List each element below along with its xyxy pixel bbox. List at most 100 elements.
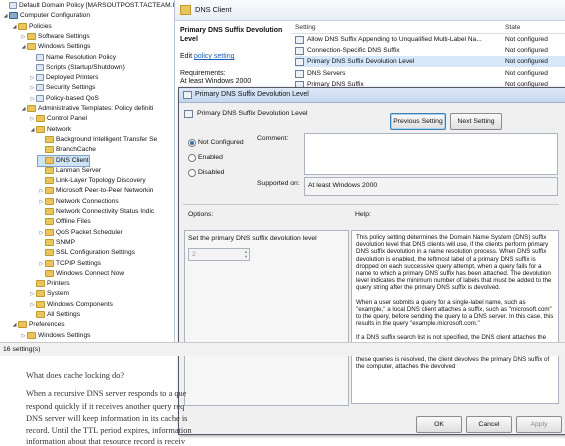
tree-item[interactable]: Default Domain Policy [MARSOUTPOST.TACTE… [2, 1, 174, 11]
radio-enabled-label: Enabled [198, 154, 223, 161]
tree-item[interactable]: Scripts (Startup/Shutdown) [29, 63, 125, 73]
tree-item[interactable]: Printers [29, 279, 70, 289]
tree-item[interactable]: ▷ Microsoft Peer-to-Peer Networkin [38, 186, 153, 196]
tree-item-label: System [47, 290, 69, 298]
tree-item[interactable]: ▷ Policy-based QoS [29, 94, 99, 104]
help-text-panel: This policy setting determines the Domai… [351, 230, 559, 404]
folder-icon [45, 238, 54, 246]
expand-toggle-icon[interactable]: ▷ [20, 331, 27, 341]
expand-toggle-icon[interactable]: ◢ [29, 125, 36, 135]
expand-toggle-icon[interactable]: ▷ [20, 32, 27, 42]
tree-item[interactable]: ▷ Deployed Printers [29, 73, 98, 83]
setting-name: Primary DNS Suffix Devolution Level [307, 58, 415, 66]
tree-item[interactable]: ◢ Policies [11, 22, 52, 32]
tree-item[interactable]: ▷ Security Settings [29, 83, 95, 93]
folder-icon [45, 249, 54, 257]
radio-not-configured[interactable] [188, 139, 196, 147]
apply-button[interactable]: Apply [516, 416, 562, 433]
policy-icon [9, 2, 17, 9]
tree-item[interactable]: Background Intelligent Transfer Se [38, 135, 157, 145]
expand-toggle-icon[interactable]: ◢ [11, 320, 18, 330]
devolution-level-spinner[interactable]: 2 ▲ ▼ [188, 248, 250, 261]
tree-item-label: Network Connections [56, 197, 119, 205]
ok-button[interactable]: OK [416, 416, 462, 433]
tree-item[interactable]: SNMP [38, 238, 75, 248]
tree-item[interactable]: All Settings [29, 310, 80, 320]
tree-item[interactable]: Lanman Server [38, 166, 101, 176]
expand-toggle-icon[interactable]: ▷ [29, 114, 36, 124]
tree-item[interactable]: ▷ Windows Settings [20, 331, 90, 341]
setting-row[interactable]: Connection-Specific DNS Suffix Not config… [295, 45, 565, 56]
setting-icon [295, 47, 304, 56]
help-paragraph: This policy setting determines the Domai… [356, 234, 552, 292]
tree-item[interactable]: ◢ Computer Configuration [2, 11, 90, 21]
setting-row[interactable]: Primary DNS Suffix Devolution Level Not c… [295, 56, 565, 68]
tree-item-label: Lanman Server [56, 166, 102, 174]
tree-item[interactable]: ▷ TCPIP Settings [38, 259, 101, 269]
tree-item-label: Scripts (Startup/Shutdown) [46, 63, 125, 71]
tree-item[interactable]: SSL Configuration Settings [38, 248, 135, 258]
tree-item-label: Default Domain Policy [MARSOUTPOST.TACTE… [19, 2, 175, 9]
expand-toggle-icon[interactable]: ▷ [38, 197, 45, 207]
expand-toggle-icon[interactable]: ▷ [29, 300, 36, 310]
tree-item[interactable]: BranchCache [38, 145, 96, 155]
edit-policy-line: Edit policy setting [180, 53, 234, 60]
tree-item[interactable]: Name Resolution Policy [29, 53, 116, 63]
folder-icon [45, 228, 54, 236]
tree-item[interactable]: Link-Layer Topology Discovery [38, 176, 146, 186]
expand-toggle-icon[interactable]: ▷ [38, 186, 45, 196]
expand-toggle-icon[interactable]: ▷ [29, 73, 36, 83]
spinner-arrows-icon[interactable]: ▲ ▼ [244, 249, 248, 259]
setting-row[interactable]: DNS Servers Not configured [295, 68, 565, 79]
next-setting-button[interactable]: Next Setting [450, 113, 502, 130]
tree-item[interactable]: Offline Files [38, 217, 91, 227]
previous-setting-button[interactable]: Previous Setting [390, 113, 446, 130]
tree-item[interactable]: ◢ Windows Settings [20, 42, 90, 52]
expand-toggle-icon[interactable]: ▷ [29, 94, 36, 104]
tree-item[interactable]: ◢ Administrative Templates: Policy defini… [20, 104, 153, 114]
cancel-button[interactable]: Cancel [466, 416, 512, 433]
article-line-1: What does cache locking do? [26, 371, 125, 380]
tree-item[interactable]: ◢ Network [29, 125, 71, 135]
article-line-5: record. Until the TTL period expires, in… [26, 426, 192, 435]
navigation-tree[interactable]: Default Domain Policy [MARSOUTPOST.TACTE… [0, 0, 175, 342]
expand-toggle-icon[interactable]: ◢ [20, 104, 27, 114]
devolution-level-value: 2 [192, 251, 196, 258]
expand-toggle-icon[interactable]: ▷ [29, 289, 36, 299]
option-text: Set the primary DNS suffix devolution le… [188, 235, 317, 242]
radio-disabled[interactable] [188, 169, 196, 177]
expand-toggle-icon[interactable]: ▷ [29, 83, 36, 93]
tree-item[interactable]: ▷ Software Settings [20, 32, 90, 42]
tree-item[interactable]: DNS Client [37, 154, 90, 167]
radio-enabled[interactable] [188, 154, 196, 162]
radio-disabled-label: Disabled [198, 169, 225, 176]
comment-textarea[interactable] [304, 133, 558, 175]
column-header-setting[interactable]: Setting [295, 22, 316, 33]
setting-row[interactable]: Allow DNS Suffix Appending to Unqualifie… [295, 34, 565, 45]
tree-item[interactable]: Windows Connect Now [38, 269, 124, 279]
edit-policy-link[interactable]: policy setting [194, 53, 234, 60]
tree-item-label: Offline Files [56, 218, 91, 226]
expand-toggle-icon[interactable]: ◢ [20, 42, 27, 52]
tree-item[interactable]: ▷ System [29, 289, 69, 299]
tree-item[interactable]: ▷ Windows Components [29, 300, 113, 310]
folder-icon [45, 166, 54, 174]
tree-item[interactable]: ▷ Control Panel [29, 114, 87, 124]
status-text: 16 setting(s) [3, 346, 41, 353]
policy-icon [36, 63, 44, 71]
expand-toggle-icon[interactable]: ▷ [38, 259, 45, 269]
tree-item[interactable]: Network Connectivity Status Indic [38, 207, 154, 217]
article-line-3: respond quickly if it receives another q… [26, 402, 185, 411]
tree-item-label: QoS Packet Scheduler [56, 228, 123, 236]
tree-item[interactable]: ◢ Preferences [11, 320, 65, 330]
tree-item[interactable]: ▷ Network Connections [38, 197, 119, 207]
tab-title: DNS Client [195, 5, 232, 14]
expand-toggle-icon[interactable]: ◢ [2, 11, 9, 21]
tree-item-label: Control Panel [47, 115, 87, 123]
tree-item[interactable]: ▷ QoS Packet Scheduler [38, 228, 123, 238]
article-line-4: DNS server will keep information in its … [26, 414, 188, 423]
expand-toggle-icon[interactable]: ◢ [11, 22, 18, 32]
tree-item-label: Security Settings [46, 84, 96, 92]
expand-toggle-icon[interactable]: ▷ [38, 228, 45, 238]
column-header-state[interactable]: State [505, 22, 520, 33]
